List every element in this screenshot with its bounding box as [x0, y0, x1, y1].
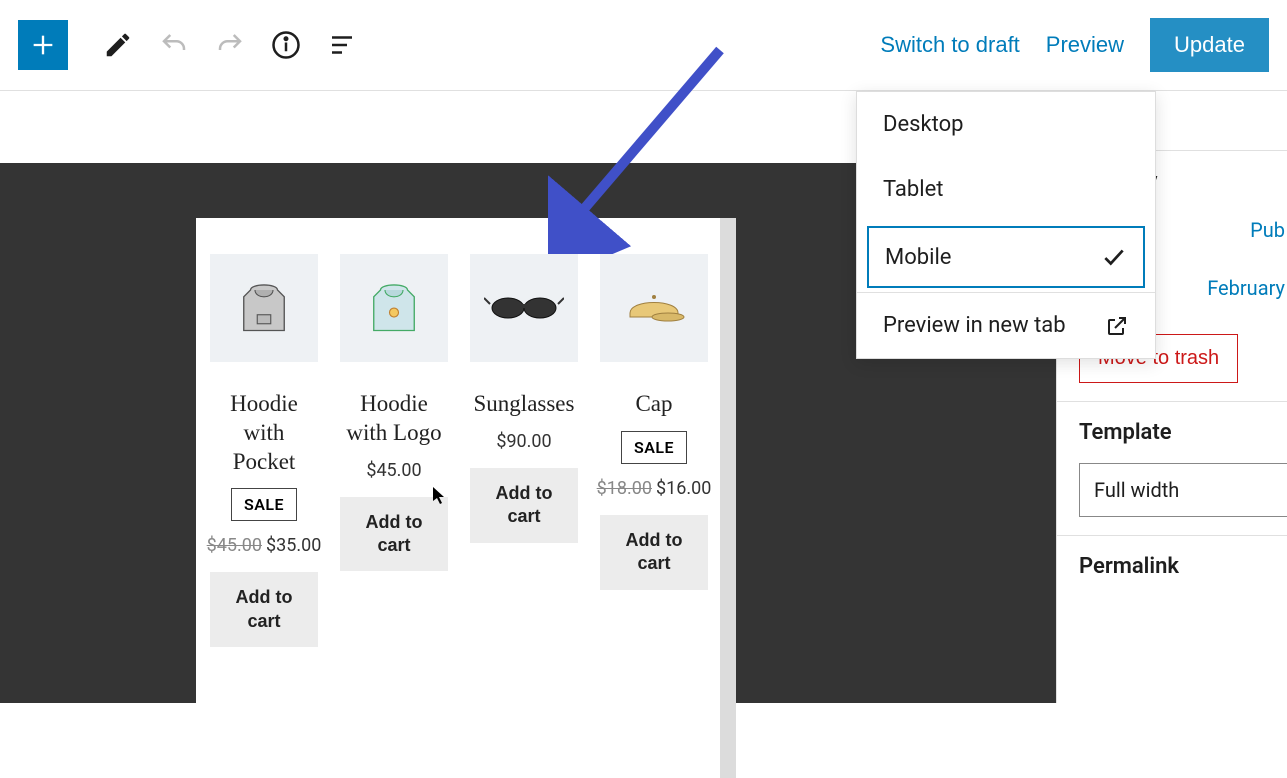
toolbar-left [18, 19, 368, 71]
hoodie-logo-icon [358, 272, 430, 344]
info-button[interactable] [260, 19, 312, 71]
template-select[interactable]: Full width [1079, 463, 1287, 517]
product-title: Sunglasses [474, 390, 575, 419]
product-title: Hoodie with Pocket [210, 390, 318, 476]
add-to-cart-button[interactable]: Add to cart [470, 468, 578, 543]
preview-dropdown: Desktop Tablet Mobile Preview in new tab [856, 91, 1156, 359]
preview-option-mobile[interactable]: Mobile [867, 226, 1145, 288]
permalink-heading[interactable]: Permalink [1057, 536, 1287, 597]
switch-to-draft-button[interactable]: Switch to draft [880, 32, 1019, 58]
undo-icon [159, 30, 189, 60]
preview-new-tab-label: Preview in new tab [883, 313, 1066, 338]
undo-button[interactable] [148, 19, 200, 71]
product-price: $18.00$16.00 [597, 478, 712, 499]
add-to-cart-button[interactable]: Add to cart [600, 515, 708, 590]
product-price: $90.00 [496, 431, 551, 452]
price-new: $35.00 [266, 535, 321, 556]
product-image [600, 254, 708, 362]
sale-badge: SALE [231, 488, 297, 521]
add-to-cart-button[interactable]: Add to cart [340, 497, 448, 572]
preview-option-tablet[interactable]: Tablet [857, 157, 1155, 222]
product-item: Hoodie with Logo $45.00 Add to cart [340, 254, 448, 647]
plus-icon [29, 31, 57, 59]
add-block-button[interactable] [18, 20, 68, 70]
editor-toolbar: Switch to draft Preview Update [0, 0, 1287, 91]
price-old: $45.00 [207, 535, 262, 556]
preview-option-desktop[interactable]: Desktop [857, 92, 1155, 157]
preview-new-tab[interactable]: Preview in new tab [857, 293, 1155, 358]
product-title: Cap [635, 390, 672, 419]
preview-option-label: Mobile [885, 245, 951, 270]
product-item: Cap SALE $18.00$16.00 Add to cart [600, 254, 708, 647]
price-new: $45.00 [366, 460, 421, 481]
price-new: $90.00 [496, 431, 551, 452]
product-image [340, 254, 448, 362]
list-icon [327, 30, 357, 60]
redo-button[interactable] [204, 19, 256, 71]
products-block: Hoodie with Pocket SALE $45.00$35.00 Add… [210, 254, 706, 647]
outline-button[interactable] [316, 19, 368, 71]
sunglasses-icon [484, 288, 564, 328]
template-heading[interactable]: Template [1057, 402, 1287, 463]
hoodie-icon [228, 272, 300, 344]
preview-button[interactable]: Preview [1046, 32, 1124, 58]
product-image [470, 254, 578, 362]
product-title: Hoodie with Logo [340, 390, 448, 448]
cap-icon [618, 283, 690, 333]
external-link-icon [1105, 314, 1129, 338]
update-button[interactable]: Update [1150, 18, 1269, 72]
price-old: $18.00 [597, 478, 652, 499]
pencil-icon [103, 30, 133, 60]
price-new: $16.00 [656, 478, 711, 499]
product-item: Sunglasses $90.00 Add to cart [470, 254, 578, 647]
toolbar-right: Switch to draft Preview Update [880, 18, 1269, 72]
check-icon [1101, 244, 1127, 270]
product-image [210, 254, 318, 362]
info-icon [271, 30, 301, 60]
edit-mode-button[interactable] [92, 19, 144, 71]
redo-icon [215, 30, 245, 60]
add-to-cart-button[interactable]: Add to cart [210, 572, 318, 647]
product-price: $45.00$35.00 [207, 535, 322, 556]
product-price: $45.00 [366, 460, 421, 481]
sale-badge: SALE [621, 431, 687, 464]
mobile-preview-frame: Hoodie with Pocket SALE $45.00$35.00 Add… [196, 218, 736, 778]
product-item: Hoodie with Pocket SALE $45.00$35.00 Add… [210, 254, 318, 647]
